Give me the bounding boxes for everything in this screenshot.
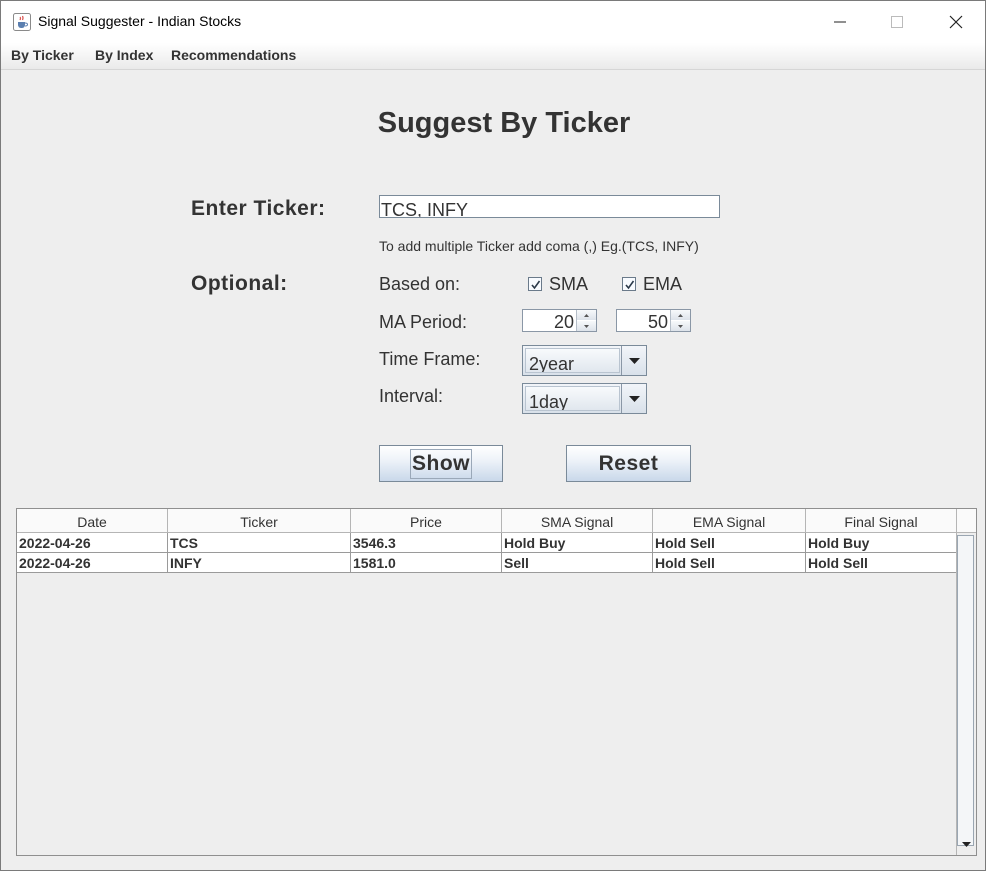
ticker-label: Enter Ticker: [191,197,326,220]
page-title: Suggest By Ticker [377,107,631,139]
optional-label: Optional: [191,272,288,295]
window-title: Signal Suggester - Indian Stocks [38,13,242,29]
arrow-down-icon [962,842,971,847]
ticker-input[interactable]: TCS, INFY [379,195,720,218]
ma-period-short-value: 20 [553,312,574,332]
ma-period-long-value: 50 [647,312,668,332]
ma-period-label: MA Period: [379,312,468,332]
cell-date[interactable]: 2022-04-26 [17,553,168,573]
results-table: Date Ticker Price SMA Signal EMA Signal … [16,508,977,856]
spin-up-button[interactable] [577,310,596,320]
table-body: 2022-04-26 TCS 3546.3 Hold Buy Hold Sell… [17,533,957,573]
app-window: Signal Suggester - Indian Stocks By Tick… [0,0,986,871]
sma-label: SMA [549,274,589,294]
spin-up-icon [584,313,589,317]
maximize-icon [891,16,903,28]
based-on-label: Based on: [379,274,461,294]
reset-button[interactable]: Reset [566,445,691,482]
cell-ticker[interactable]: INFY [168,553,351,573]
cell-final-signal[interactable]: Hold Sell [806,553,957,573]
minimize-icon [834,21,846,23]
ma-period-long-spinner[interactable]: 50 [616,309,691,332]
show-button-label: Show [410,448,472,479]
cell-sma-signal[interactable]: Sell [502,553,653,573]
time-frame-label: Time Frame: [379,349,481,369]
checkmark-icon [531,280,541,290]
menu-bar: By Ticker By Index Recommendations [1,43,985,70]
chevron-down-icon [628,357,640,364]
java-cup-icon [13,13,31,31]
table-row[interactable]: 2022-04-26 TCS 3546.3 Hold Buy Hold Sell… [17,533,957,553]
sma-checkbox[interactable] [528,277,542,291]
spin-down-icon [678,324,683,328]
column-header-price[interactable]: Price [351,509,502,533]
table-corner [956,509,976,533]
ticker-hint: To add multiple Ticker add coma (,) Eg.(… [379,238,699,254]
column-header-sma-signal[interactable]: SMA Signal [502,509,653,533]
spin-up-button[interactable] [671,310,690,320]
cell-final-signal[interactable]: Hold Buy [806,533,957,553]
spin-down-button[interactable] [671,321,690,331]
spin-down-button[interactable] [577,321,596,331]
dropdown-button[interactable] [621,384,646,413]
cell-ema-signal[interactable]: Hold Sell [653,553,806,573]
maximize-button[interactable] [868,1,926,43]
time-frame-value: 2year [525,348,620,373]
menu-recommendations[interactable]: Recommendations [171,47,296,63]
spin-up-icon [678,313,683,317]
vertical-scrollbar[interactable] [956,533,976,855]
cell-sma-signal[interactable]: Hold Buy [502,533,653,553]
interval-value: 1day [525,386,620,411]
checkmark-icon [625,280,635,290]
interval-select[interactable]: 1day [522,383,647,414]
column-header-ema-signal[interactable]: EMA Signal [653,509,806,533]
cell-ema-signal[interactable]: Hold Sell [653,533,806,553]
menu-by-ticker[interactable]: By Ticker [11,47,74,63]
cell-ticker[interactable]: TCS [168,533,351,553]
cell-price[interactable]: 3546.3 [351,533,502,553]
ema-label: EMA [643,274,683,294]
ema-checkbox[interactable] [622,277,636,291]
scroll-down-button[interactable] [957,836,976,853]
cell-date[interactable]: 2022-04-26 [17,533,168,553]
ma-period-short-spinner[interactable]: 20 [522,309,597,332]
cell-price[interactable]: 1581.0 [351,553,502,573]
table-header: Date Ticker Price SMA Signal EMA Signal … [17,509,957,533]
column-header-ticker[interactable]: Ticker [168,509,351,533]
scrollbar-thumb[interactable] [957,535,974,846]
reset-button-label: Reset [598,451,659,475]
table-row[interactable]: 2022-04-26 INFY 1581.0 Sell Hold Sell Ho… [17,553,957,573]
show-button[interactable]: Show [379,445,503,482]
time-frame-select[interactable]: 2year [522,345,647,376]
dropdown-button[interactable] [621,346,646,375]
interval-label: Interval: [379,386,444,406]
title-bar[interactable]: Signal Suggester - Indian Stocks [1,1,985,43]
menu-by-index[interactable]: By Index [95,47,153,63]
chevron-down-icon [628,395,640,402]
column-header-date[interactable]: Date [17,509,168,533]
close-icon [949,15,963,29]
close-button[interactable] [927,1,985,43]
spin-down-icon [584,324,589,328]
minimize-button[interactable] [811,1,869,43]
column-header-final-signal[interactable]: Final Signal [806,509,957,533]
